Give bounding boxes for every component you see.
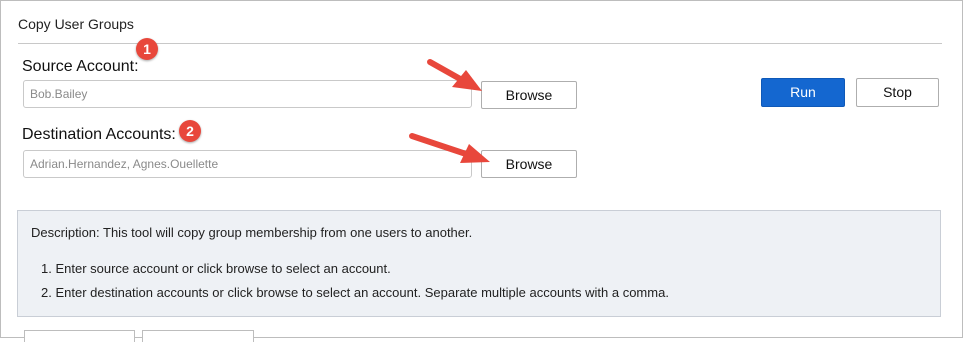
instruction-step-2: 2. Enter destination accounts or click b…: [41, 285, 669, 300]
description-text: Description: This tool will copy group m…: [31, 225, 473, 240]
instruction-step-1: 1. Enter source account or click browse …: [41, 261, 391, 276]
bottom-button-left[interactable]: [24, 330, 135, 342]
bottom-button-right[interactable]: [142, 330, 254, 342]
description-box: Description: This tool will copy group m…: [17, 210, 941, 317]
